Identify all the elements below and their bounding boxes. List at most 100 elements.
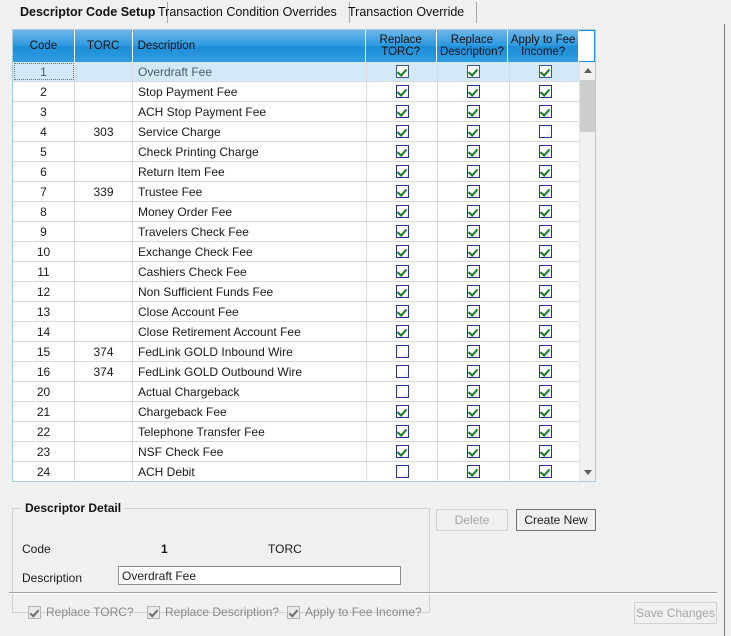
- cell-description[interactable]: Travelers Check Fee: [133, 222, 367, 241]
- checkbox-icon[interactable]: [395, 85, 409, 98]
- checkbox-icon[interactable]: [395, 425, 409, 438]
- cell-replace-torc[interactable]: [367, 242, 438, 261]
- checkbox-icon[interactable]: [395, 105, 409, 118]
- checkbox-icon[interactable]: [467, 325, 480, 338]
- cell-replace-description[interactable]: [438, 302, 510, 321]
- cell-replace-description[interactable]: [438, 342, 510, 361]
- cell-code[interactable]: 5: [13, 142, 75, 161]
- checkbox-icon[interactable]: [538, 305, 552, 318]
- cell-torc[interactable]: [75, 82, 133, 101]
- cell-apply-to-fee-income[interactable]: [510, 442, 581, 461]
- checkbox-icon[interactable]: [538, 225, 552, 238]
- checkbox-icon[interactable]: [538, 465, 552, 478]
- cell-description[interactable]: NSF Check Fee: [133, 442, 367, 461]
- cell-apply-to-fee-income[interactable]: [510, 282, 581, 301]
- cell-apply-to-fee-income[interactable]: [510, 362, 581, 381]
- cell-replace-description[interactable]: [438, 362, 510, 381]
- cell-replace-description[interactable]: [438, 442, 510, 461]
- cell-apply-to-fee-income[interactable]: [510, 382, 581, 401]
- checkbox-icon[interactable]: [538, 265, 552, 278]
- cell-replace-description[interactable]: [438, 82, 510, 101]
- cell-torc[interactable]: [75, 262, 133, 281]
- cell-torc[interactable]: 374: [75, 342, 133, 361]
- cell-description[interactable]: Close Account Fee: [133, 302, 367, 321]
- grid-vertical-scrollbar[interactable]: [579, 62, 595, 481]
- cell-description[interactable]: Cashiers Check Fee: [133, 262, 367, 281]
- cell-replace-description[interactable]: [438, 462, 510, 481]
- cell-apply-to-fee-income[interactable]: [510, 402, 581, 421]
- cell-description[interactable]: ACH Debit: [133, 462, 367, 481]
- cell-description[interactable]: Service Charge: [133, 122, 367, 141]
- cell-apply-to-fee-income[interactable]: [510, 302, 581, 321]
- cell-replace-description[interactable]: [438, 202, 510, 221]
- table-row[interactable]: 1 Overdraft Fee: [13, 62, 595, 82]
- table-row[interactable]: 8 Money Order Fee: [13, 202, 595, 222]
- cell-torc[interactable]: [75, 462, 133, 481]
- table-row[interactable]: 12 Non Sufficient Funds Fee: [13, 282, 595, 302]
- column-header-description[interactable]: Description: [132, 30, 366, 62]
- checkbox-icon[interactable]: [395, 465, 409, 478]
- table-row[interactable]: 2 Stop Payment Fee: [13, 82, 595, 102]
- cell-apply-to-fee-income[interactable]: [510, 222, 581, 241]
- checkbox-icon[interactable]: [538, 125, 552, 138]
- table-row[interactable]: 20 Actual Chargeback: [13, 382, 595, 402]
- create-new-button[interactable]: Create New: [516, 509, 596, 531]
- checkbox-icon[interactable]: [538, 245, 552, 258]
- table-row[interactable]: 23 NSF Check Fee: [13, 442, 595, 462]
- scroll-down-button[interactable]: [580, 464, 595, 481]
- checkbox-icon[interactable]: [395, 325, 409, 338]
- cell-code[interactable]: 22: [13, 422, 75, 441]
- cell-replace-description[interactable]: [438, 102, 510, 121]
- column-header-replace-torc[interactable]: Replace TORC?: [365, 30, 437, 62]
- cell-torc[interactable]: [75, 242, 133, 261]
- column-header-torc[interactable]: TORC: [74, 30, 133, 62]
- cell-torc[interactable]: [75, 442, 133, 461]
- cell-torc[interactable]: [75, 142, 133, 161]
- cell-torc[interactable]: [75, 322, 133, 341]
- cell-replace-description[interactable]: [438, 382, 510, 401]
- column-header-code[interactable]: Code: [13, 30, 75, 62]
- cell-torc[interactable]: 303: [75, 122, 133, 141]
- cell-replace-torc[interactable]: [367, 282, 438, 301]
- scroll-up-button[interactable]: [580, 62, 595, 79]
- checkbox-icon[interactable]: [467, 85, 480, 98]
- cell-torc[interactable]: 374: [75, 362, 133, 381]
- checkbox-icon[interactable]: [467, 145, 480, 158]
- checkbox-icon[interactable]: [28, 605, 41, 619]
- cell-replace-description[interactable]: [438, 62, 510, 81]
- cell-code[interactable]: 15: [13, 342, 75, 361]
- table-row[interactable]: 22 Telephone Transfer Fee: [13, 422, 595, 442]
- cell-apply-to-fee-income[interactable]: [510, 62, 581, 81]
- table-row[interactable]: 14 Close Retirement Account Fee: [13, 322, 595, 342]
- cell-replace-description[interactable]: [438, 282, 510, 301]
- cell-apply-to-fee-income[interactable]: [510, 182, 581, 201]
- checkbox-icon[interactable]: [467, 185, 480, 198]
- table-row[interactable]: 9 Travelers Check Fee: [13, 222, 595, 242]
- cell-torc[interactable]: [75, 382, 133, 401]
- checkbox-icon[interactable]: [395, 445, 409, 458]
- cell-replace-torc[interactable]: [367, 62, 438, 81]
- cell-replace-description[interactable]: [438, 262, 510, 281]
- cell-replace-torc[interactable]: [367, 162, 438, 181]
- cell-torc[interactable]: [75, 422, 133, 441]
- cell-description[interactable]: Trustee Fee: [133, 182, 367, 201]
- checkbox-icon[interactable]: [467, 385, 480, 398]
- cell-apply-to-fee-income[interactable]: [510, 82, 581, 101]
- checkbox-icon[interactable]: [467, 365, 480, 378]
- table-row[interactable]: 3 ACH Stop Payment Fee: [13, 102, 595, 122]
- table-row[interactable]: 15 374 FedLink GOLD Inbound Wire: [13, 342, 595, 362]
- checkbox-icon[interactable]: [467, 445, 480, 458]
- checkbox-icon[interactable]: [395, 205, 409, 218]
- detail-checkbox-apply-to-fee-income[interactable]: Apply to Fee Income?: [287, 605, 422, 619]
- cell-torc[interactable]: [75, 102, 133, 121]
- save-changes-button[interactable]: Save Changes: [634, 602, 717, 624]
- table-row[interactable]: 11 Cashiers Check Fee: [13, 262, 595, 282]
- checkbox-icon[interactable]: [147, 605, 160, 619]
- cell-apply-to-fee-income[interactable]: [510, 422, 581, 441]
- cell-description[interactable]: Actual Chargeback: [133, 382, 367, 401]
- cell-code[interactable]: 24: [13, 462, 75, 481]
- cell-replace-torc[interactable]: [367, 142, 438, 161]
- cell-code[interactable]: 3: [13, 102, 75, 121]
- checkbox-icon[interactable]: [538, 345, 552, 358]
- checkbox-icon[interactable]: [538, 445, 552, 458]
